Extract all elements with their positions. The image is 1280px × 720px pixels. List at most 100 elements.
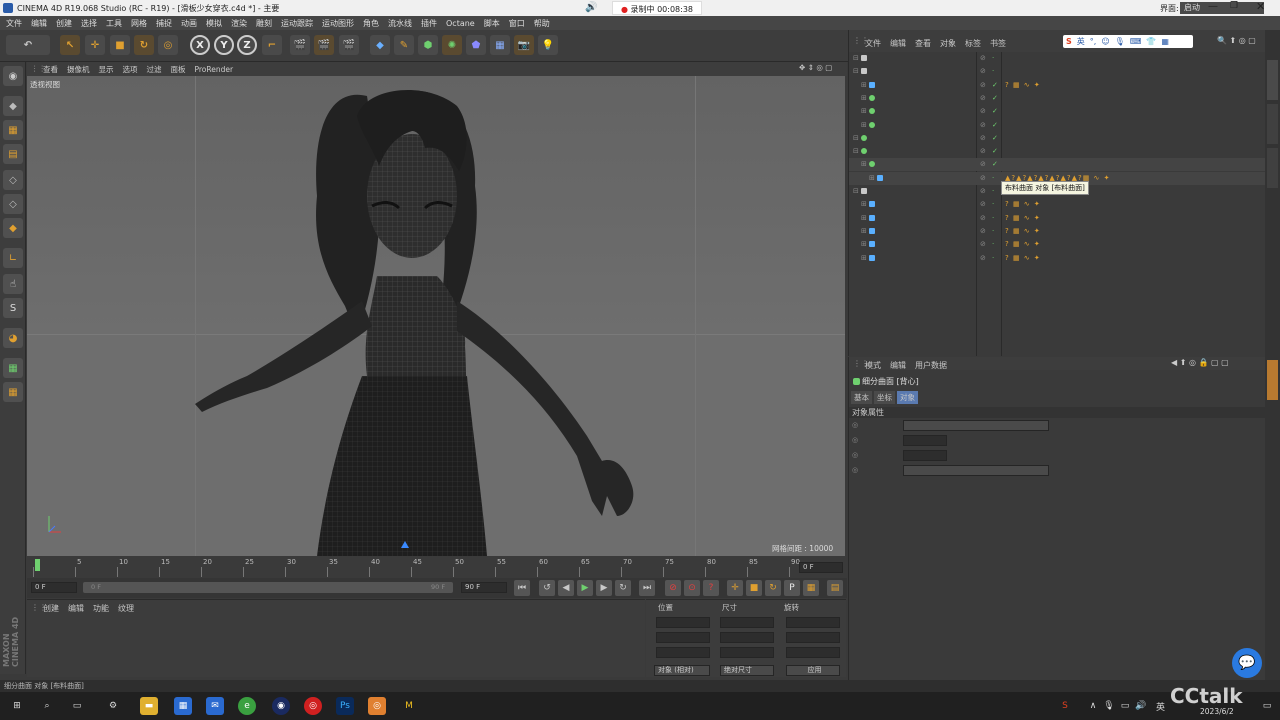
browser-icon[interactable]: e: [238, 697, 256, 715]
object-row[interactable]: ⊞ ⊘ ✓: [849, 119, 1265, 132]
netease-icon[interactable]: ◎: [304, 697, 322, 715]
expand-toggle-icon[interactable]: ⊞: [861, 252, 867, 265]
viewport-menu-item-1[interactable]: 摄像机: [67, 65, 90, 74]
material-menu-item-2[interactable]: 功能: [93, 604, 109, 613]
expand-toggle-icon[interactable]: ⊞: [861, 92, 867, 105]
coord-system-icon[interactable]: ⌐: [262, 35, 282, 55]
attr-tab-1[interactable]: 坐标: [874, 391, 895, 404]
enable-check-icon[interactable]: ·: [992, 252, 994, 265]
camera-icon[interactable]: 📷: [514, 35, 534, 55]
photoshop-icon[interactable]: Ps: [336, 697, 354, 715]
windows-start-icon[interactable]: ⊞: [8, 697, 26, 715]
expand-toggle-icon[interactable]: ⊞: [861, 238, 867, 251]
solo-mode-icon[interactable]: ▦: [3, 358, 23, 378]
expand-toggle-icon[interactable]: ⊞: [861, 198, 867, 211]
tag-icons[interactable]: ? ▦ ∿ ✦: [1005, 79, 1041, 92]
object-row[interactable]: ⊞ ⊘ · ? ▦ ∿ ✦: [849, 198, 1265, 211]
enable-check-icon[interactable]: ·: [992, 225, 994, 238]
menu-item-19[interactable]: 帮助: [534, 19, 550, 28]
deformer-icon[interactable]: ⬟: [466, 35, 486, 55]
play-icon[interactable]: ▶: [577, 580, 593, 596]
menu-item-18[interactable]: 窗口: [509, 19, 525, 28]
tag-icons[interactable]: ? ▦ ∿ ✦: [1005, 225, 1041, 238]
property-select[interactable]: [903, 420, 1049, 431]
property-number[interactable]: [903, 450, 947, 461]
visibility-toggle-icon[interactable]: ⊘: [980, 198, 986, 211]
objmgr-menu-item-2[interactable]: 查看: [915, 39, 931, 48]
timeline-ruler[interactable]: 051015202530354045505560657075808590 0 F: [27, 557, 847, 579]
object-row[interactable]: ⊞ ⊘ · ? ▦ ∿ ✦: [849, 212, 1265, 225]
enable-check-icon[interactable]: ·: [992, 185, 994, 198]
expand-toggle-icon[interactable]: ⊞: [861, 212, 867, 225]
object-row[interactable]: ⊞ ⊘ ✓ ? ▦ ∿ ✦: [849, 79, 1265, 92]
enable-check-icon[interactable]: ·: [992, 212, 994, 225]
enable-check-icon[interactable]: ·: [992, 65, 994, 78]
chat-bubble-icon[interactable]: 💬: [1232, 648, 1262, 678]
grid-icon[interactable]: ▦: [3, 382, 23, 402]
coord-field-size[interactable]: [720, 617, 774, 628]
viewport-menu-item-6[interactable]: ProRender: [195, 65, 234, 74]
object-row[interactable]: ⊟ ⊘ ✓: [849, 145, 1265, 158]
mail-icon[interactable]: ✉: [206, 697, 224, 715]
objmgr-menu-item-3[interactable]: 对象: [940, 39, 956, 48]
menu-item-2[interactable]: 创建: [56, 19, 72, 28]
visibility-toggle-icon[interactable]: ⊘: [980, 92, 986, 105]
coord-field-rot[interactable]: [786, 617, 840, 628]
objmgr-menu-item-1[interactable]: 编辑: [890, 39, 906, 48]
menu-item-0[interactable]: 文件: [6, 19, 22, 28]
axis-z-button[interactable]: Z: [237, 35, 257, 55]
coord-field-pos[interactable]: [656, 632, 710, 643]
expand-toggle-icon[interactable]: ⊞: [861, 105, 867, 118]
record-icon[interactable]: ⊘: [665, 580, 681, 596]
enable-check-icon[interactable]: ✓: [992, 92, 998, 105]
playhead[interactable]: [35, 559, 40, 571]
tag-icons[interactable]: ? ▦ ∿ ✦: [1005, 198, 1041, 211]
recent-tool-icon[interactable]: ◎: [158, 35, 178, 55]
enable-check-icon[interactable]: ✓: [992, 79, 998, 92]
viewport-3d[interactable]: 透视视图 网格间距 : 10000 cm: [27, 76, 845, 556]
key-rotation-icon[interactable]: ↻: [765, 580, 781, 596]
viewport-menu-item-0[interactable]: 查看: [43, 65, 58, 74]
expand-toggle-icon[interactable]: ⊞: [861, 225, 867, 238]
tag-icons[interactable]: ? ▦ ∿ ✦: [1005, 238, 1041, 251]
attributes-tab[interactable]: [1267, 360, 1278, 400]
property-select[interactable]: [903, 465, 1049, 476]
scale-tool-icon[interactable]: ■: [110, 35, 130, 55]
attr-nav-icons[interactable]: ◀ ⬆ ◎ 🔒 ▢ ▢: [1171, 358, 1229, 367]
enable-check-icon[interactable]: ·: [992, 198, 994, 211]
task-view-icon[interactable]: ▭: [68, 697, 86, 715]
objmgr-menu-item-0[interactable]: 文件: [865, 39, 881, 48]
expand-toggle-icon[interactable]: ⊟: [853, 52, 859, 65]
enable-check-icon[interactable]: ·: [992, 238, 994, 251]
property-animate-icon[interactable]: ◎: [852, 421, 858, 429]
enable-check-icon[interactable]: ✓: [992, 132, 998, 145]
coord-field-pos[interactable]: [656, 617, 710, 628]
snap-icon[interactable]: S: [3, 298, 23, 318]
visibility-toggle-icon[interactable]: ⊘: [980, 132, 986, 145]
enable-check-icon[interactable]: ·: [992, 172, 994, 185]
apply-button[interactable]: 应用: [786, 665, 840, 676]
visibility-toggle-icon[interactable]: ⊘: [980, 225, 986, 238]
object-row[interactable]: ⊞ ⊘ · ? ▦ ∿ ✦: [849, 225, 1265, 238]
menu-item-11[interactable]: 运动跟踪: [281, 19, 313, 28]
attr-menu-item-0[interactable]: 模式: [865, 361, 881, 370]
menu-item-16[interactable]: Octane: [446, 19, 475, 28]
property-animate-icon[interactable]: ◎: [852, 451, 858, 459]
coord-field-pos[interactable]: [656, 647, 710, 658]
key-scale-icon[interactable]: ■: [746, 580, 762, 596]
viewport-menu-item-4[interactable]: 过滤: [147, 65, 162, 74]
menu-item-13[interactable]: 角色: [363, 19, 379, 28]
go-start-icon[interactable]: ⏮: [514, 580, 530, 596]
objmgr-nav-icons[interactable]: 🔍 ⬆ ◎ ▢: [1217, 36, 1256, 45]
go-end-icon[interactable]: ⏭: [639, 580, 655, 596]
viewport-menu-item-3[interactable]: 选项: [123, 65, 138, 74]
coord-mode-select[interactable]: 对象 (相对): [654, 665, 710, 676]
attr-menu-item-1[interactable]: 编辑: [890, 361, 906, 370]
visibility-toggle-icon[interactable]: ⊘: [980, 238, 986, 251]
expand-toggle-icon[interactable]: ⊞: [861, 158, 867, 171]
polygons-mode-icon[interactable]: ◆: [3, 218, 23, 238]
visibility-toggle-icon[interactable]: ⊘: [980, 185, 986, 198]
notification-icon[interactable]: ▭: [1258, 697, 1276, 715]
objmgr-menu-item-4[interactable]: 标签: [965, 39, 981, 48]
object-row[interactable]: ⊟ ⊘ ·: [849, 52, 1265, 65]
